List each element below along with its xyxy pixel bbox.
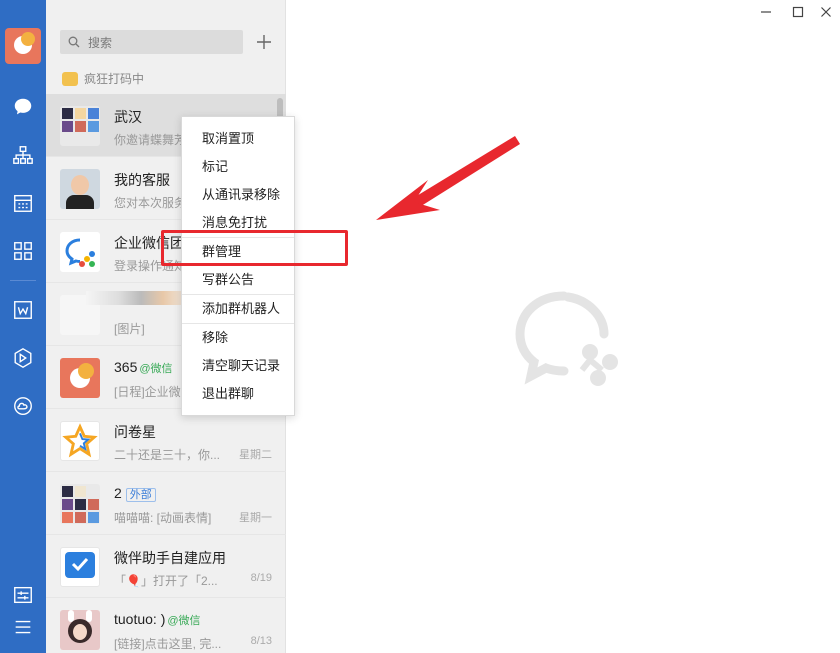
maximize-icon: [792, 6, 804, 18]
menu-item-remove-from-contacts[interactable]: 从通讯录移除: [182, 181, 294, 209]
search-placeholder: 搜索: [88, 35, 113, 50]
search-input[interactable]: 搜索: [60, 30, 243, 54]
minimize-button[interactable]: [758, 4, 774, 20]
blurred-name: [86, 291, 196, 305]
menu-item-group-notice[interactable]: 写群公告: [182, 266, 294, 294]
menu-item-add-bot[interactable]: 添加群机器人: [182, 295, 294, 323]
conversation-area: [286, 0, 840, 653]
chat-name: 微伴助手自建应用: [114, 550, 226, 566]
menu-item-leave-group[interactable]: 退出群聊: [182, 380, 294, 408]
chat-snippet: 「🎈」打开了「2...: [114, 574, 218, 588]
menu-item-unpin[interactable]: 取消置顶: [182, 125, 294, 153]
chat-name: 365 @微信: [114, 359, 173, 375]
contact-avatar: [60, 169, 100, 209]
workbench-icon[interactable]: [11, 346, 35, 370]
contact-avatar: [60, 610, 100, 650]
chat-item[interactable]: 微伴助手自建应用 「🎈」打开了「2... 8/19: [46, 535, 286, 598]
star-logo-avatar: [60, 421, 100, 461]
chat-item[interactable]: tuotuo: ) @微信 [链接]点击这里, 完... 8/13: [46, 598, 286, 653]
chat-time: 星期二: [239, 449, 272, 461]
app-avatar: [60, 547, 100, 587]
close-button[interactable]: [818, 4, 834, 20]
add-button[interactable]: [252, 30, 276, 54]
wechat-tag: @微信: [139, 363, 173, 375]
external-tag: 外部: [125, 488, 156, 502]
user-avatar[interactable]: [5, 28, 41, 64]
calendar-icon[interactable]: [11, 191, 35, 215]
user-status[interactable]: 疯狂打码中: [62, 70, 144, 87]
chat-time: 星期一: [239, 512, 272, 524]
chat-time: 8/13: [250, 635, 272, 647]
chat-name: 武汉: [114, 109, 142, 125]
menu-item-clear-history[interactable]: 清空聊天记录: [182, 352, 294, 380]
group-avatar: [60, 484, 100, 524]
chat-time: 8/19: [250, 572, 272, 584]
context-menu: 取消置顶 标记 从通讯录移除 消息免打扰 群管理 写群公告 添加群机器人 移除 …: [181, 116, 295, 416]
chat-item[interactable]: 问卷星 二十还是三十，你... 星期二: [46, 409, 286, 472]
menu-item-remove[interactable]: 移除: [182, 324, 294, 352]
weidoc-icon[interactable]: [11, 298, 35, 322]
contact-avatar: [60, 358, 100, 398]
minimize-icon: [761, 11, 771, 13]
annotation-arrow-icon: [376, 136, 520, 220]
menu-item-mark[interactable]: 标记: [182, 153, 294, 181]
close-icon: [821, 7, 831, 17]
highlight-box: [161, 230, 348, 266]
settings-panel-icon[interactable]: [11, 583, 35, 607]
contacts-org-icon[interactable]: [11, 143, 35, 167]
chat-name: 问卷星: [114, 424, 156, 440]
status-emoji-icon: [62, 71, 78, 86]
chat-item[interactable]: 2 外部 喵喵喵: [动画表情] 星期一: [46, 472, 286, 535]
chat-name: 我的客服: [114, 172, 170, 188]
wecom-watermark-icon: [515, 291, 618, 386]
group-avatar: [60, 106, 100, 146]
wecom-logo-avatar: [60, 232, 100, 272]
left-nav-rail: [0, 0, 46, 653]
cloud-drive-icon[interactable]: [11, 394, 35, 418]
chat-snippet: [链接]点击这里, 完...: [114, 637, 222, 651]
search-icon: [68, 36, 80, 48]
chat-name: tuotuo: ) @微信: [114, 611, 201, 627]
maximize-button[interactable]: [790, 4, 806, 20]
wechat-tag: @微信: [167, 615, 201, 627]
chat-name: 2 外部: [114, 485, 156, 502]
apps-grid-icon[interactable]: [11, 239, 35, 263]
chat-snippet: 二十还是三十，你...: [114, 448, 221, 462]
menu-icon[interactable]: [11, 615, 35, 639]
messages-icon[interactable]: [11, 95, 35, 119]
status-text: 疯狂打码中: [84, 72, 145, 86]
chat-snippet: 喵喵喵: [动画表情]: [114, 511, 212, 525]
plus-icon: [257, 35, 271, 49]
